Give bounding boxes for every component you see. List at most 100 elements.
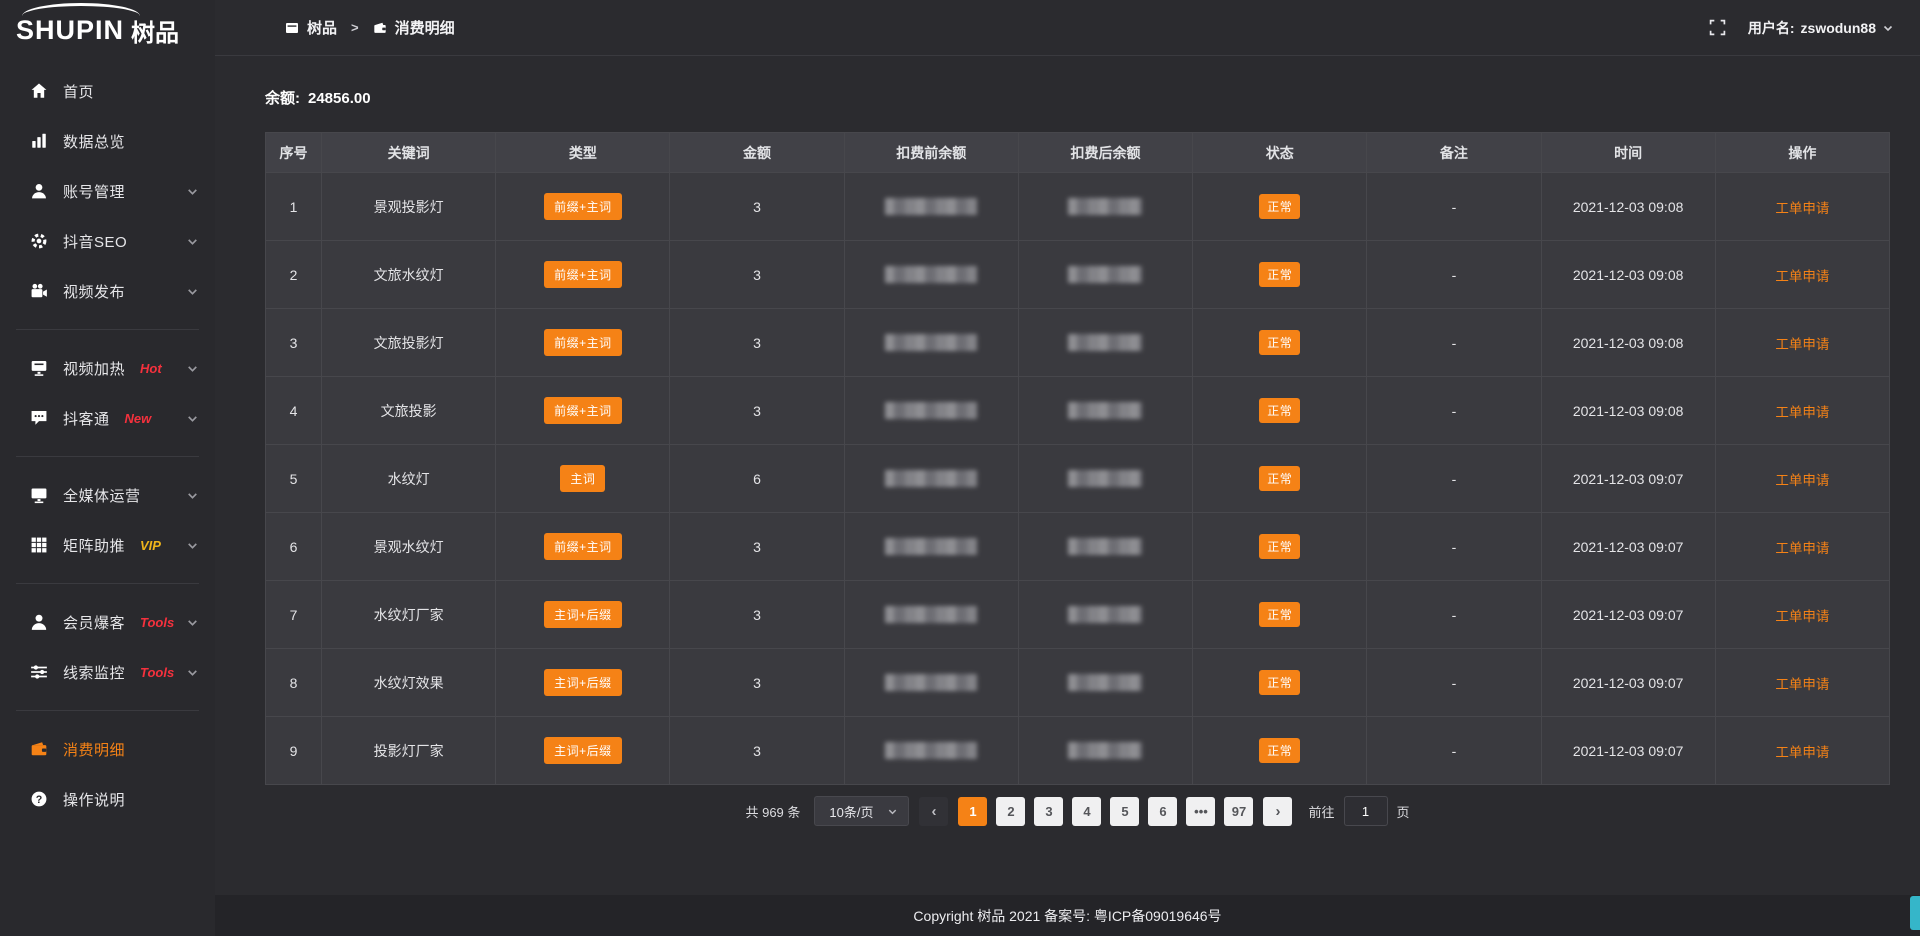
chevron-down-icon bbox=[186, 539, 199, 552]
type-badge: 主词+后缀 bbox=[544, 601, 622, 628]
sidebar-item-home[interactable]: 首页 bbox=[0, 66, 215, 116]
ticket-request-link[interactable]: 工单申请 bbox=[1775, 541, 1829, 556]
ticket-request-link[interactable]: 工单申请 bbox=[1775, 201, 1829, 216]
type-badge: 主词+后缀 bbox=[544, 669, 622, 696]
sidebar-item-sliders[interactable]: 线索监控 Tools bbox=[0, 647, 215, 697]
cell-index: 1 bbox=[266, 173, 322, 241]
ticket-request-link[interactable]: 工单申请 bbox=[1775, 405, 1829, 420]
cell-amount: 3 bbox=[670, 717, 844, 785]
logo-text-cn: 树品 bbox=[131, 13, 179, 48]
table-row: 3 文旅投影灯 前缀+主词 3 正常 - 2021-12-03 09:08 工单… bbox=[266, 309, 1890, 377]
status-badge: 正常 bbox=[1259, 330, 1300, 355]
cell-keyword: 文旅投影灯 bbox=[322, 309, 496, 377]
column-header: 扣费后余额 bbox=[1018, 133, 1192, 173]
sidebar-item-video[interactable]: 视频发布 bbox=[0, 266, 215, 316]
sidebar-item-chart[interactable]: 数据总览 bbox=[0, 116, 215, 166]
chart-icon bbox=[30, 132, 48, 150]
table-row: 5 水纹灯 主词 6 正常 - 2021-12-03 09:07 工单申请 bbox=[266, 445, 1890, 513]
cell-time: 2021-12-03 09:07 bbox=[1541, 445, 1715, 513]
ticket-request-link[interactable]: 工单申请 bbox=[1775, 677, 1829, 692]
column-header: 扣费前余额 bbox=[844, 133, 1018, 173]
page-button-97[interactable]: 97 bbox=[1224, 797, 1253, 826]
cell-amount: 3 bbox=[670, 649, 844, 717]
cell-keyword: 投影灯厂家 bbox=[322, 717, 496, 785]
type-badge: 主词 bbox=[560, 465, 605, 492]
balance-label: 余额: bbox=[265, 90, 300, 107]
type-badge: 前缀+主词 bbox=[544, 261, 622, 288]
sidebar-item-member[interactable]: 会员爆客 Tools bbox=[0, 597, 215, 647]
cell-keyword: 景观水纹灯 bbox=[322, 513, 496, 581]
breadcrumb-item-shupin[interactable]: 树品 bbox=[285, 17, 337, 38]
cell-remark: - bbox=[1367, 581, 1541, 649]
table-row: 8 水纹灯效果 主词+后缀 3 正常 - 2021-12-03 09:07 工单… bbox=[266, 649, 1890, 717]
censored-balance-before bbox=[885, 266, 977, 283]
video-icon bbox=[30, 282, 48, 300]
page-ellipsis-button[interactable]: ••• bbox=[1186, 797, 1215, 826]
page-button-5[interactable]: 5 bbox=[1110, 797, 1139, 826]
pagination-bar: 共 969 条 10条/页 ‹ 123456•••97 › 前往 页 bbox=[265, 796, 1890, 826]
censored-balance-after bbox=[1068, 334, 1142, 351]
page-button-2[interactable]: 2 bbox=[996, 797, 1025, 826]
sidebar-item-heat[interactable]: 视频加热 Hot bbox=[0, 343, 215, 393]
grid-icon bbox=[30, 536, 48, 554]
app-logo: SHUPIN 树品 bbox=[0, 0, 215, 60]
next-page-button[interactable]: › bbox=[1263, 797, 1292, 826]
user-icon bbox=[30, 182, 48, 200]
ticket-request-link[interactable]: 工单申请 bbox=[1775, 609, 1829, 624]
sidebar-item-user[interactable]: 账号管理 bbox=[0, 166, 215, 216]
breadcrumb-item-consume-detail[interactable]: 消费明细 bbox=[373, 17, 455, 38]
fullscreen-icon[interactable] bbox=[1709, 19, 1726, 36]
cell-amount: 3 bbox=[670, 173, 844, 241]
copyright-text: Copyright 树品 2021 备案号: 粤ICP备09019646号 bbox=[913, 906, 1221, 926]
column-header: 操作 bbox=[1715, 133, 1889, 173]
page-button-6[interactable]: 6 bbox=[1148, 797, 1177, 826]
user-menu[interactable]: 用户名: zswodun88 bbox=[1748, 18, 1894, 38]
chevron-down-icon bbox=[186, 285, 199, 298]
ticket-request-link[interactable]: 工单申请 bbox=[1775, 269, 1829, 284]
cell-index: 6 bbox=[266, 513, 322, 581]
cell-remark: - bbox=[1367, 649, 1541, 717]
logo-arc-decoration bbox=[22, 3, 140, 16]
type-badge: 前缀+主词 bbox=[544, 397, 622, 424]
cell-remark: - bbox=[1367, 173, 1541, 241]
sidebar-item-gear[interactable]: 抖音SEO bbox=[0, 216, 215, 266]
goto-page-input[interactable] bbox=[1344, 796, 1388, 826]
cell-index: 8 bbox=[266, 649, 322, 717]
sidebar-item-wallet[interactable]: 消费明细 bbox=[0, 724, 215, 774]
chat-icon bbox=[30, 409, 48, 427]
sidebar-item-chat[interactable]: 抖客通 New bbox=[0, 393, 215, 443]
page-button-3[interactable]: 3 bbox=[1034, 797, 1063, 826]
ticket-request-link[interactable]: 工单申请 bbox=[1775, 337, 1829, 352]
sidebar-divider bbox=[16, 329, 199, 330]
breadcrumb-label: 树品 bbox=[307, 17, 337, 38]
type-badge: 前缀+主词 bbox=[544, 533, 622, 560]
column-header: 序号 bbox=[266, 133, 322, 173]
censored-balance-before bbox=[885, 606, 977, 623]
wallet-icon bbox=[373, 21, 387, 35]
sidebar-item-question[interactable]: ? 操作说明 bbox=[0, 774, 215, 824]
page-button-1[interactable]: 1 bbox=[958, 797, 987, 826]
cell-remark: - bbox=[1367, 513, 1541, 581]
svg-text:?: ? bbox=[36, 794, 43, 806]
column-header: 关键词 bbox=[322, 133, 496, 173]
status-badge: 正常 bbox=[1259, 262, 1300, 287]
table-row: 2 文旅水纹灯 前缀+主词 3 正常 - 2021-12-03 09:08 工单… bbox=[266, 241, 1890, 309]
table-row: 7 水纹灯厂家 主词+后缀 3 正常 - 2021-12-03 09:07 工单… bbox=[266, 581, 1890, 649]
sidebar-item-monitor[interactable]: 全媒体运营 bbox=[0, 470, 215, 520]
chevron-down-icon bbox=[186, 235, 199, 248]
page-size-select[interactable]: 10条/页 bbox=[814, 796, 909, 826]
ticket-request-link[interactable]: 工单申请 bbox=[1775, 745, 1829, 760]
cell-index: 3 bbox=[266, 309, 322, 377]
sidebar-menu: 首页 数据总览 账号管理 抖音SEO 视频发布 视频加热 Hot 抖客通 New… bbox=[0, 60, 215, 824]
sidebar-item-tag: Hot bbox=[140, 361, 162, 376]
censored-balance-after bbox=[1068, 674, 1142, 691]
sidebar-item-grid[interactable]: 矩阵助推 VIP bbox=[0, 520, 215, 570]
cell-keyword: 水纹灯效果 bbox=[322, 649, 496, 717]
page-button-4[interactable]: 4 bbox=[1072, 797, 1101, 826]
status-badge: 正常 bbox=[1259, 602, 1300, 627]
prev-page-button[interactable]: ‹ bbox=[919, 797, 948, 826]
floating-widget[interactable] bbox=[1910, 896, 1920, 930]
ticket-request-link[interactable]: 工单申请 bbox=[1775, 473, 1829, 488]
sidebar-item-tag: Tools bbox=[140, 665, 174, 680]
cell-time: 2021-12-03 09:08 bbox=[1541, 241, 1715, 309]
